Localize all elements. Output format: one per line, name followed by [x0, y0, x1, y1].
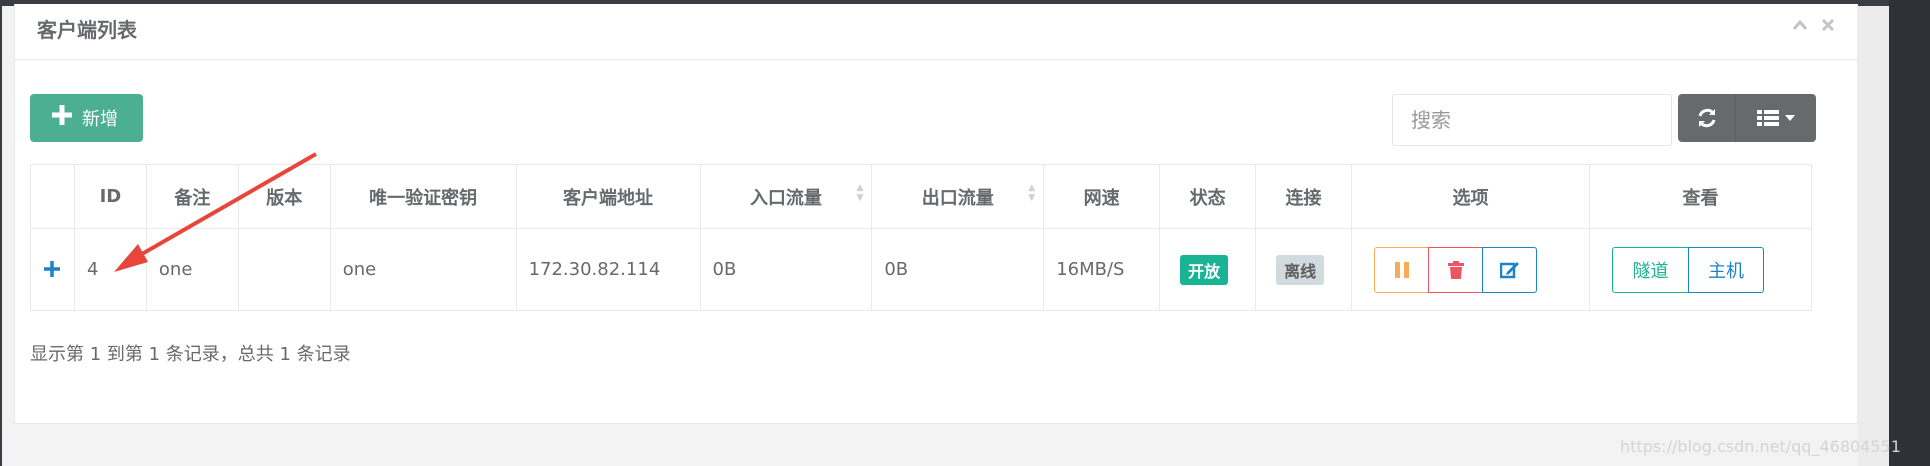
plus-icon [50, 103, 74, 133]
cell-connection: 离线 [1255, 228, 1353, 311]
cell-view: 隧道 主机 [1588, 228, 1813, 311]
right-window-edge [1889, 0, 1930, 466]
pagination-info: 显示第 1 到第 1 条记录，总共 1 条记录 [30, 344, 351, 365]
header-connection[interactable]: 连接 [1255, 164, 1353, 229]
cell-id: 4 [73, 228, 147, 311]
connection-badge: 离线 [1276, 254, 1325, 285]
chevron-up-icon[interactable] [1791, 14, 1809, 36]
pause-icon [1394, 261, 1409, 278]
refresh-icon [1698, 108, 1715, 128]
left-window-edge [0, 0, 2, 466]
status-badge: 开放 [1180, 254, 1229, 285]
add-button[interactable]: 新增 [30, 94, 143, 142]
trash-icon [1447, 260, 1464, 279]
tunnel-button[interactable]: 隧道 [1611, 246, 1689, 293]
header-view: 查看 [1588, 164, 1813, 229]
caret-down-icon [1785, 115, 1795, 121]
cell-speed: 16MB/S [1043, 228, 1161, 311]
right-background-strip [1858, 6, 1889, 466]
header-outflow[interactable]: 出口流量 [871, 164, 1045, 229]
edit-icon [1499, 261, 1519, 278]
header-inflow[interactable]: 入口流量 [699, 164, 873, 229]
cell-options [1351, 228, 1590, 311]
edit-button[interactable] [1482, 246, 1538, 293]
table-header-row: ID 备注 版本 唯一验证密钥 客户端地址 入口流量 出口流量 网速 状态 连接… [30, 164, 1813, 229]
table-row: 4 one one 172.30.82.114 0B 0B 16MB/S 开放 … [30, 228, 1813, 311]
header-key[interactable]: 唯一验证密钥 [329, 164, 517, 229]
client-table: ID 备注 版本 唯一验证密钥 客户端地址 入口流量 出口流量 网速 状态 连接… [30, 164, 1813, 311]
cell-status: 开放 [1159, 228, 1257, 311]
watermark: https://blog.csdn.net/qq_46804551 [1620, 437, 1901, 456]
delete-button[interactable] [1428, 246, 1484, 293]
search-input[interactable] [1392, 94, 1672, 146]
cell-outflow: 0B [871, 228, 1045, 311]
header-version[interactable]: 版本 [237, 164, 331, 229]
cell-version [237, 228, 331, 311]
columns-button[interactable] [1736, 94, 1816, 142]
host-button[interactable]: 主机 [1687, 246, 1764, 293]
cell-inflow: 0B [699, 228, 873, 311]
refresh-button[interactable] [1678, 94, 1736, 142]
header-options: 选项 [1351, 164, 1590, 229]
panel-title: 客户端列表 [37, 18, 137, 42]
panel-header: 客户端列表 [15, 4, 1857, 60]
header-id[interactable]: ID [73, 164, 147, 229]
list-icon [1757, 110, 1779, 126]
header-expand [30, 164, 75, 229]
view-button-group: 隧道 主机 [1611, 246, 1811, 293]
add-button-label: 新增 [82, 109, 118, 130]
header-speed[interactable]: 网速 [1043, 164, 1161, 229]
panel-tools [1791, 14, 1837, 36]
cell-remark: one [145, 228, 239, 311]
table-toolbar-buttons [1678, 94, 1816, 142]
cell-key: one [329, 228, 517, 311]
plus-icon [44, 260, 61, 277]
close-icon[interactable] [1819, 14, 1837, 36]
pause-button[interactable] [1374, 246, 1430, 293]
header-address[interactable]: 客户端地址 [515, 164, 701, 229]
cell-address: 172.30.82.114 [515, 228, 701, 311]
header-status[interactable]: 状态 [1159, 164, 1257, 229]
header-remark[interactable]: 备注 [145, 164, 239, 229]
expand-row-button[interactable] [30, 228, 75, 311]
options-button-group [1374, 246, 1589, 293]
